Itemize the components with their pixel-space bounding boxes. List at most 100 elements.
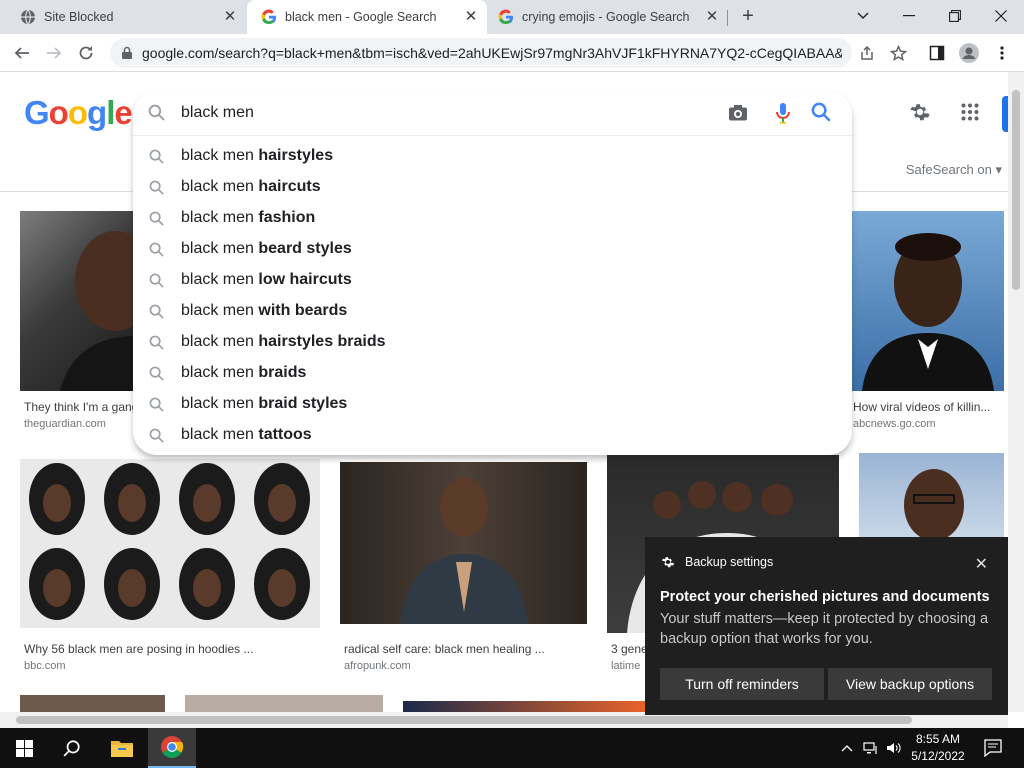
more-menu-icon[interactable] [990,41,1014,65]
tab-title: black men - Google Search [285,10,437,24]
tab-separator [727,10,728,26]
suggestion-text: black men hairstyles braids [181,333,386,350]
result-image[interactable] [859,453,1004,538]
settings-gear-icon [661,557,675,568]
result-image[interactable] [340,462,587,624]
suggestion-item[interactable]: black men hairstyles [133,141,852,172]
vertical-scrollbar[interactable] [1008,72,1024,712]
view-backup-options-button[interactable]: View backup options [828,668,992,700]
tab-search-icon[interactable] [840,0,886,32]
result-image[interactable] [403,701,645,712]
forward-icon[interactable] [42,41,66,65]
microphone-icon[interactable] [773,102,793,124]
profile-avatar-icon[interactable] [957,41,981,65]
result-caption[interactable]: How viral videos of killin... [853,400,1003,414]
result-image[interactable] [20,211,135,391]
tab-black-men-search[interactable]: black men - Google Search ✕ [247,0,487,34]
suggestion-item[interactable]: black men tattoos [133,420,852,451]
tab-site-blocked[interactable]: Site Blocked ✕ [0,0,246,34]
google-logo[interactable]: Google [24,94,133,132]
result-image[interactable] [20,459,320,628]
search-icon [149,273,164,288]
search-icon [149,335,164,350]
close-tab-icon[interactable]: ✕ [222,9,238,25]
safesearch-toggle[interactable]: SafeSearch on ▾ [906,162,1002,178]
result-source: bbc.com [24,660,66,672]
search-icon [149,397,164,412]
volume-icon[interactable] [884,728,904,768]
browser-toolbar: google.com/search?q=black+men&tbm=isch&v… [0,34,1024,72]
notification-header: Backup settings [661,555,773,569]
lock-icon [122,46,132,59]
suggestion-item[interactable]: black men braid styles [133,389,852,420]
chevron-up-icon[interactable] [838,728,856,768]
globe-icon [20,9,36,25]
tab-title: Site Blocked [44,10,114,24]
close-window-icon[interactable] [978,0,1024,32]
suggestion-item[interactable]: black men with beards [133,296,852,327]
apps-grid-icon[interactable] [958,100,982,124]
search-icon [148,104,165,121]
back-icon[interactable] [10,41,34,65]
clock-date: 5/12/2022 [911,749,965,763]
suggestion-text: black men haircuts [181,178,321,195]
close-tab-icon[interactable]: ✕ [463,9,479,25]
notifications-icon[interactable] [978,728,1008,768]
system-clock[interactable]: 8:55 AM 5/12/2022 [908,731,968,765]
suggestion-item[interactable]: black men beard styles [133,234,852,265]
address-bar[interactable]: google.com/search?q=black+men&tbm=isch&v… [110,38,852,68]
notification-app-name: Backup settings [685,555,774,569]
suggestion-item[interactable]: black men haircuts [133,172,852,203]
suggestion-text: black men hairstyles [181,147,334,164]
suggestion-text: black men braid styles [181,395,348,412]
url-text: google.com/search?q=black+men&tbm=isch&v… [142,45,842,61]
chrome-taskbar-icon[interactable] [148,728,196,768]
suggestion-item[interactable]: black men fashion [133,203,852,234]
backup-notification: Backup settings ✕ Protect your cherished… [645,537,1008,715]
search-submit-icon[interactable] [811,102,831,122]
search-icon [149,366,164,381]
result-source: latime [611,660,641,672]
suggestion-item[interactable]: black men low haircuts [133,265,852,296]
close-icon[interactable]: ✕ [975,554,988,574]
result-caption[interactable]: Why 56 black men are posing in hoodies .… [24,642,320,656]
scroll-thumb[interactable] [1012,90,1020,290]
result-image[interactable] [852,211,1004,391]
search-icon [149,242,164,257]
search-icon [149,211,164,226]
settings-gear-icon[interactable] [908,100,932,124]
new-tab-icon[interactable]: + [737,5,759,27]
search-icon [149,180,164,195]
search-icon [149,428,164,443]
google-g-icon [498,9,514,25]
network-icon[interactable] [861,728,881,768]
close-tab-icon[interactable]: ✕ [704,9,720,25]
search-icon[interactable] [48,728,96,768]
result-caption[interactable]: radical self care: black men healing ... [344,642,584,656]
file-explorer-icon[interactable] [98,728,146,768]
search-input[interactable]: black men [181,104,254,122]
tab-crying-emojis[interactable]: crying emojis - Google Search ✕ [488,0,728,34]
scroll-thumb[interactable] [16,716,912,724]
result-image[interactable] [185,695,383,712]
search-box: black men black men hairstyles black men… [133,91,852,455]
search-input-row[interactable]: black men [133,91,852,136]
google-g-icon [261,9,277,25]
camera-search-icon[interactable] [727,102,749,124]
side-panel-icon[interactable] [925,41,949,65]
result-image[interactable] [20,695,165,712]
result-caption[interactable]: They think I'm a gang [24,400,134,414]
suggestion-item[interactable]: black men braids [133,358,852,389]
suggestion-item[interactable]: black men hairstyles braids [133,327,852,358]
windows-taskbar: 8:55 AM 5/12/2022 [0,728,1024,768]
share-icon[interactable] [855,41,879,65]
suggestion-text: black men fashion [181,209,316,226]
bookmark-star-icon[interactable] [886,41,910,65]
windows-start-icon[interactable] [0,728,48,768]
suggestion-text: black men with beards [181,302,348,319]
result-caption[interactable]: 3 gene [611,642,645,656]
turn-off-reminders-button[interactable]: Turn off reminders [660,668,824,700]
reload-icon[interactable] [74,41,98,65]
restore-icon[interactable] [932,0,978,32]
minimize-icon[interactable] [886,0,932,32]
